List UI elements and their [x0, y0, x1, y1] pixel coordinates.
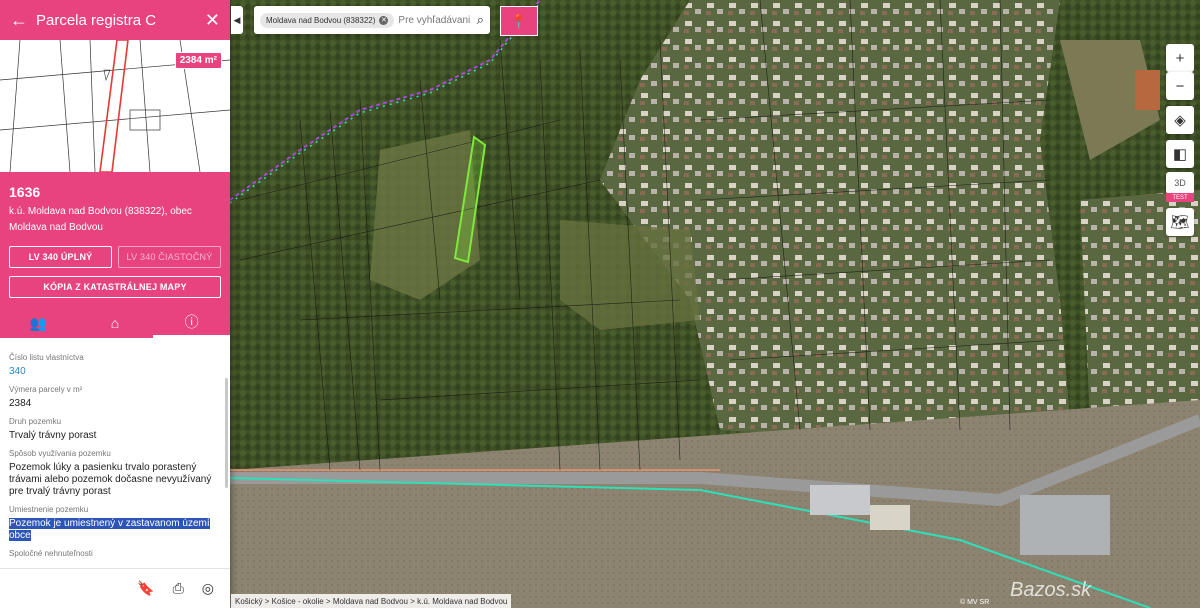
copyright-text: © MV SR [960, 599, 990, 606]
parcel-location: k.ú. Moldava nad Bodvou (838322), obec M… [9, 206, 192, 233]
breadcrumb[interactable]: Košický > Košice - okolie > Moldava nad … [231, 594, 512, 608]
search-bar[interactable]: Moldava nad Bodvou (838322) ✕ Pre vyhľad… [254, 6, 490, 34]
bookmark-icon[interactable]: 🔖 [137, 580, 154, 597]
3d-button[interactable]: 3D [1166, 172, 1194, 194]
field-label: Umiestnenie pozemku [9, 505, 89, 514]
field-value: 2384 [9, 398, 32, 409]
chip-remove-icon[interactable]: ✕ [379, 15, 389, 25]
print-icon[interactable]: ⎙ [173, 580, 184, 597]
cadastral-copy-button[interactable]: KÓPIA Z KATASTRÁLNEJ MAPY [9, 276, 221, 298]
search-icon[interactable]: ⌕ [477, 12, 484, 28]
map-view-button[interactable]: 🗺 [1166, 208, 1194, 236]
collapse-panel-button[interactable]: ◀ [231, 6, 243, 34]
parcel-number: 1636 [9, 184, 41, 200]
zoom-in-button[interactable]: + [1166, 44, 1194, 72]
map-icon: 🗺 [1170, 214, 1190, 231]
test-badge: TEST [1166, 193, 1194, 202]
locate-icon[interactable]: ◎ [202, 580, 214, 597]
split-view-icon: ◧ [1172, 146, 1188, 163]
app-window: ← Parcela registra C ✕ 2384 m² 1636 k.ú.… [0, 0, 1200, 608]
panel-header: ← Parcela registra C ✕ [0, 0, 230, 40]
tab-building[interactable]: ⌂ [77, 308, 154, 338]
zoom-out-button[interactable]: − [1166, 72, 1194, 100]
field-label: Spoločné nehnuteľnosti [9, 549, 93, 558]
search-input[interactable]: Pre vyhľadávani [398, 15, 472, 26]
parcel-map-thumbnail: 2384 m² [0, 40, 230, 172]
lv-full-button[interactable]: LV 340 ÚPLNÝ [9, 246, 112, 268]
close-icon[interactable]: ✕ [205, 10, 220, 31]
field-value-selected: Pozemok je umiestnený v zastavanom území… [9, 518, 210, 541]
tab-owners[interactable]: 👥 [0, 308, 77, 338]
layers-icon: ◈ [1174, 112, 1186, 129]
field-label: Spôsob využívania pozemku [9, 449, 111, 458]
bazos-watermark: Bazos.sk [1010, 579, 1092, 601]
compare-button[interactable]: ◧ [1166, 140, 1194, 168]
field-label: Výmera parcely v m² [9, 385, 83, 394]
field-value: Trvalý trávny porast [9, 430, 97, 441]
area-badge: 2384 m² [174, 52, 222, 69]
panel-title: Parcela registra C [36, 11, 157, 29]
map-pin-icon: 📍 [510, 12, 528, 29]
layers-button[interactable]: ◈ [1166, 106, 1194, 134]
field-value: Pozemok lúky a pasienku trvalo porastený… [9, 462, 212, 497]
back-arrow-icon[interactable]: ← [10, 10, 36, 31]
parcel-panel: ← Parcela registra C ✕ 2384 m² 1636 k.ú.… [0, 0, 231, 608]
field-label: Číslo listu vlastníctva [9, 353, 84, 362]
parcel-summary: 1636 k.ú. Moldava nad Bodvou (838322), o… [0, 172, 230, 308]
parcel-info-list: Číslo listu vlastníctva 340 Výmera parce… [0, 338, 230, 570]
lv-partial-button[interactable]: LV 340 ČIASTOČNÝ [118, 246, 221, 268]
panel-tabs: 👥 ⌂ ⓘ [0, 308, 231, 338]
tab-info[interactable]: ⓘ [153, 308, 231, 338]
chip-label: Moldava nad Bodvou (838322) [266, 15, 376, 25]
building-icon: ⌂ [110, 315, 120, 331]
panel-footer: 🔖 ⎙ ◎ [0, 568, 230, 608]
info-scrollbar[interactable] [225, 378, 228, 488]
3d-label: 3D [1174, 178, 1186, 188]
search-filter-chip[interactable]: Moldava nad Bodvou (838322) ✕ [260, 12, 395, 28]
lv-number-link[interactable]: 340 [9, 366, 221, 378]
info-icon: ⓘ [184, 313, 199, 330]
field-label: Druh pozemku [9, 417, 62, 426]
owners-icon: 👥 [29, 314, 48, 331]
parcel-layer-toggle[interactable]: 📍 [500, 6, 538, 36]
